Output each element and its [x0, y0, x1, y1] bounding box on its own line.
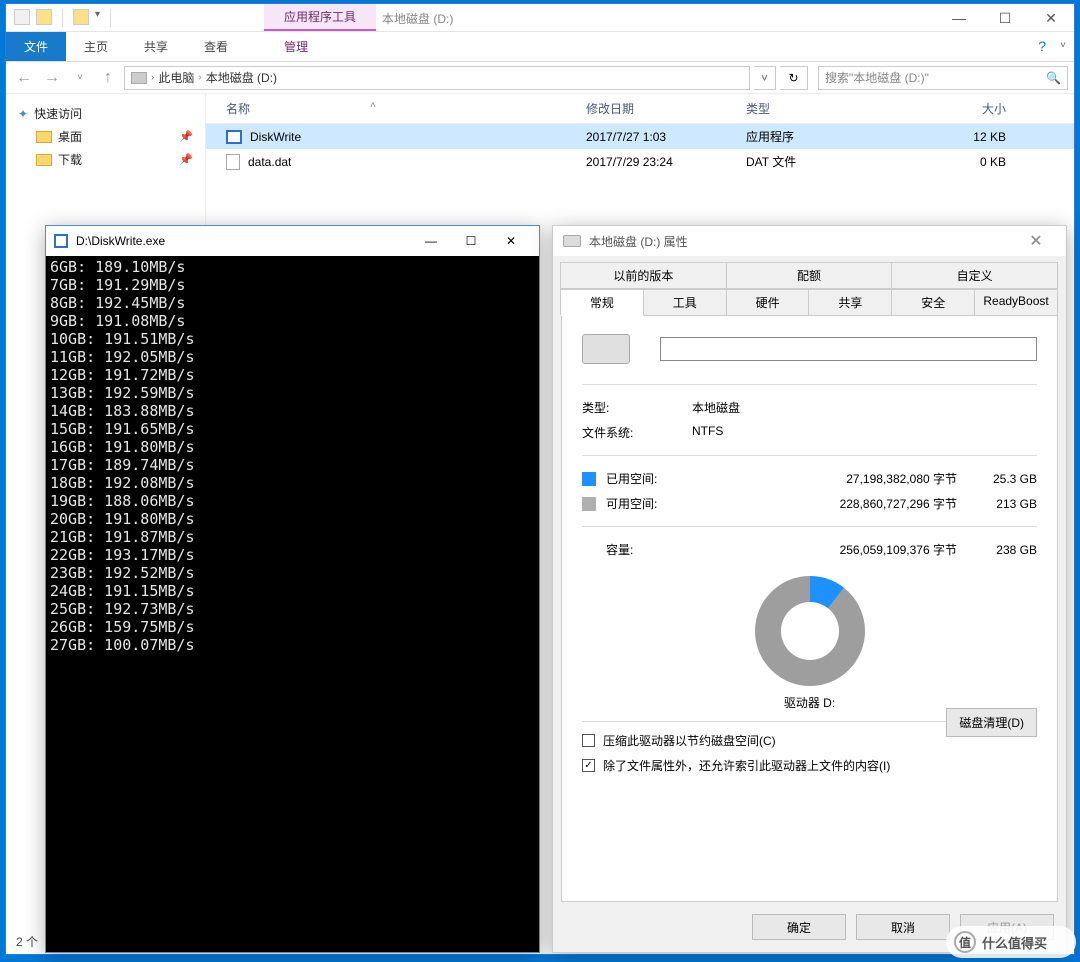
file-row[interactable]: DiskWrite 2017/7/27 1:03 应用程序 12 KB	[206, 124, 1074, 149]
tab-file[interactable]: 文件	[6, 32, 66, 61]
window-title: 本地磁盘 (D:)	[382, 10, 453, 27]
refresh-button[interactable]: ↻	[780, 66, 808, 90]
folder-icon	[36, 154, 52, 166]
qat-icon[interactable]	[14, 9, 30, 25]
console-titlebar[interactable]: D:\DiskWrite.exe — ☐ ✕	[46, 226, 539, 256]
maximize-button[interactable]: ☐	[982, 4, 1028, 32]
search-placeholder: 搜索"本地磁盘 (D:)"	[825, 69, 929, 86]
tab-security[interactable]: 安全	[891, 289, 975, 316]
ribbon-collapse-icon[interactable]: ˅	[1060, 40, 1066, 51]
sort-arrow-icon: ˄	[370, 100, 376, 117]
free-space-swatch	[582, 497, 596, 511]
file-row[interactable]: data.dat 2017/7/29 23:24 DAT 文件 0 KB	[206, 149, 1074, 174]
tree-downloads[interactable]: 下载 📌	[10, 148, 201, 171]
address-dropdown[interactable]: ˅	[754, 66, 776, 90]
tab-manage[interactable]: 管理	[266, 32, 326, 61]
tab-tools[interactable]: 工具	[643, 289, 727, 316]
ok-button[interactable]: 确定	[752, 914, 846, 940]
context-tab[interactable]: 应用程序工具	[264, 4, 376, 31]
crumb-drive[interactable]: 本地磁盘 (D:)	[206, 69, 277, 86]
watermark-icon: 值	[954, 931, 976, 953]
properties-dialog: 本地磁盘 (D:) 属性 ✕ 以前的版本 配额 自定义 常规 工具 硬件 共享 …	[552, 225, 1067, 953]
back-button[interactable]: ←	[12, 66, 36, 90]
status-bar: 2 个	[16, 933, 38, 950]
up-button[interactable]: ↑	[96, 66, 120, 90]
console-icon	[54, 234, 68, 248]
column-headers[interactable]: 名称˄ 修改日期 类型 大小	[206, 94, 1074, 124]
properties-titlebar[interactable]: 本地磁盘 (D:) 属性 ✕	[553, 226, 1066, 256]
disk-cleanup-button[interactable]: 磁盘清理(D)	[946, 708, 1037, 737]
search-input[interactable]: 搜索"本地磁盘 (D:)" 🔍	[818, 66, 1068, 90]
qat-icon[interactable]	[73, 9, 89, 25]
close-button[interactable]: ✕	[1016, 231, 1056, 251]
tab-home[interactable]: 主页	[66, 32, 126, 61]
qat-dropdown-icon[interactable]: ▾	[95, 9, 100, 27]
pin-icon: 📌	[179, 130, 193, 143]
capacity-donut	[755, 576, 865, 686]
folder-icon	[36, 131, 52, 143]
history-button[interactable]: ˅	[68, 66, 92, 90]
used-space-swatch	[582, 472, 596, 486]
drive-icon-large	[582, 334, 630, 364]
tree-quick-access[interactable]: ✦快速访问	[10, 102, 201, 125]
console-title: D:\DiskWrite.exe	[76, 234, 165, 248]
close-button[interactable]: ✕	[491, 227, 531, 255]
drive-icon	[131, 72, 147, 84]
console-output[interactable]: 6GB: 189.10MB/s 7GB: 191.29MB/s 8GB: 192…	[46, 256, 539, 656]
crumb-pc[interactable]: 此电脑	[158, 69, 194, 86]
tab-view[interactable]: 查看	[186, 32, 246, 61]
watermark: 值 什么值得买	[946, 926, 1076, 958]
console-window: D:\DiskWrite.exe — ☐ ✕ 6GB: 189.10MB/s 7…	[45, 225, 540, 953]
tab-hardware[interactable]: 硬件	[726, 289, 810, 316]
qat-icon[interactable]	[36, 9, 52, 25]
minimize-button[interactable]: —	[411, 227, 451, 255]
help-icon[interactable]: ?	[1038, 38, 1046, 54]
file-icon	[226, 154, 240, 170]
tab-general[interactable]: 常规	[560, 289, 644, 316]
search-icon[interactable]: 🔍	[1046, 71, 1061, 85]
drive-icon	[563, 235, 581, 247]
explorer-titlebar[interactable]: ▾	[6, 4, 1074, 32]
ribbon: 文件 主页 共享 查看 管理	[6, 32, 1074, 62]
index-checkbox[interactable]: ✓除了文件属性外，还允许索引此驱动器上文件的内容(I)	[582, 757, 1037, 774]
tab-quota[interactable]: 配额	[726, 262, 893, 289]
tab-readyboost[interactable]: ReadyBoost	[974, 289, 1058, 316]
pin-icon: 📌	[179, 153, 193, 166]
tab-share[interactable]: 共享	[126, 32, 186, 61]
minimize-button[interactable]: —	[936, 4, 982, 32]
tab-previous-versions[interactable]: 以前的版本	[560, 262, 727, 289]
tree-desktop[interactable]: 桌面 📌	[10, 125, 201, 148]
tab-sharing[interactable]: 共享	[808, 289, 892, 316]
cancel-button[interactable]: 取消	[856, 914, 950, 940]
maximize-button[interactable]: ☐	[451, 227, 491, 255]
close-button[interactable]: ✕	[1028, 4, 1074, 32]
tab-customize[interactable]: 自定义	[891, 262, 1058, 289]
address-bar[interactable]: › 此电脑 › 本地磁盘 (D:)	[124, 66, 750, 90]
drive-name-input[interactable]	[660, 337, 1037, 361]
nav-bar: ← → ˅ ↑ › 此电脑 › 本地磁盘 (D:) ˅ ↻ 搜索"本地磁盘 (D…	[6, 62, 1074, 94]
forward-button[interactable]: →	[40, 66, 64, 90]
properties-title: 本地磁盘 (D:) 属性	[589, 233, 688, 250]
exe-icon	[226, 130, 242, 144]
